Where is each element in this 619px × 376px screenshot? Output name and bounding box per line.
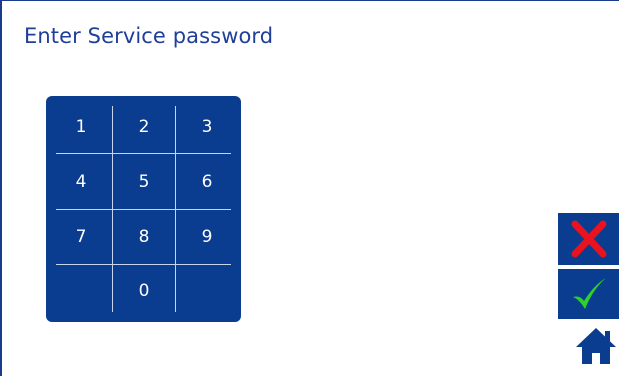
service-password-screen: Enter Service password 1 2 3 4 5 6 7 8 9… xyxy=(0,0,619,376)
key-8[interactable]: 8 xyxy=(113,210,175,264)
key-3[interactable]: 3 xyxy=(176,100,238,153)
key-7[interactable]: 7 xyxy=(50,210,112,264)
page-title: Enter Service password xyxy=(24,24,274,48)
cancel-button[interactable] xyxy=(558,213,619,265)
key-9[interactable]: 9 xyxy=(176,210,238,264)
key-blank-right xyxy=(176,265,238,317)
key-0[interactable]: 0 xyxy=(113,265,175,317)
key-blank-left xyxy=(50,265,112,317)
key-1[interactable]: 1 xyxy=(50,100,112,153)
key-6[interactable]: 6 xyxy=(176,154,238,209)
home-icon xyxy=(576,328,616,364)
green-check-icon xyxy=(573,278,606,309)
home-button[interactable] xyxy=(575,326,617,366)
confirm-button[interactable] xyxy=(558,269,619,319)
red-x-icon xyxy=(571,220,607,258)
key-5[interactable]: 5 xyxy=(113,154,175,209)
numeric-keypad: 1 2 3 4 5 6 7 8 9 0 xyxy=(46,96,241,322)
key-4[interactable]: 4 xyxy=(50,154,112,209)
key-2[interactable]: 2 xyxy=(113,100,175,153)
